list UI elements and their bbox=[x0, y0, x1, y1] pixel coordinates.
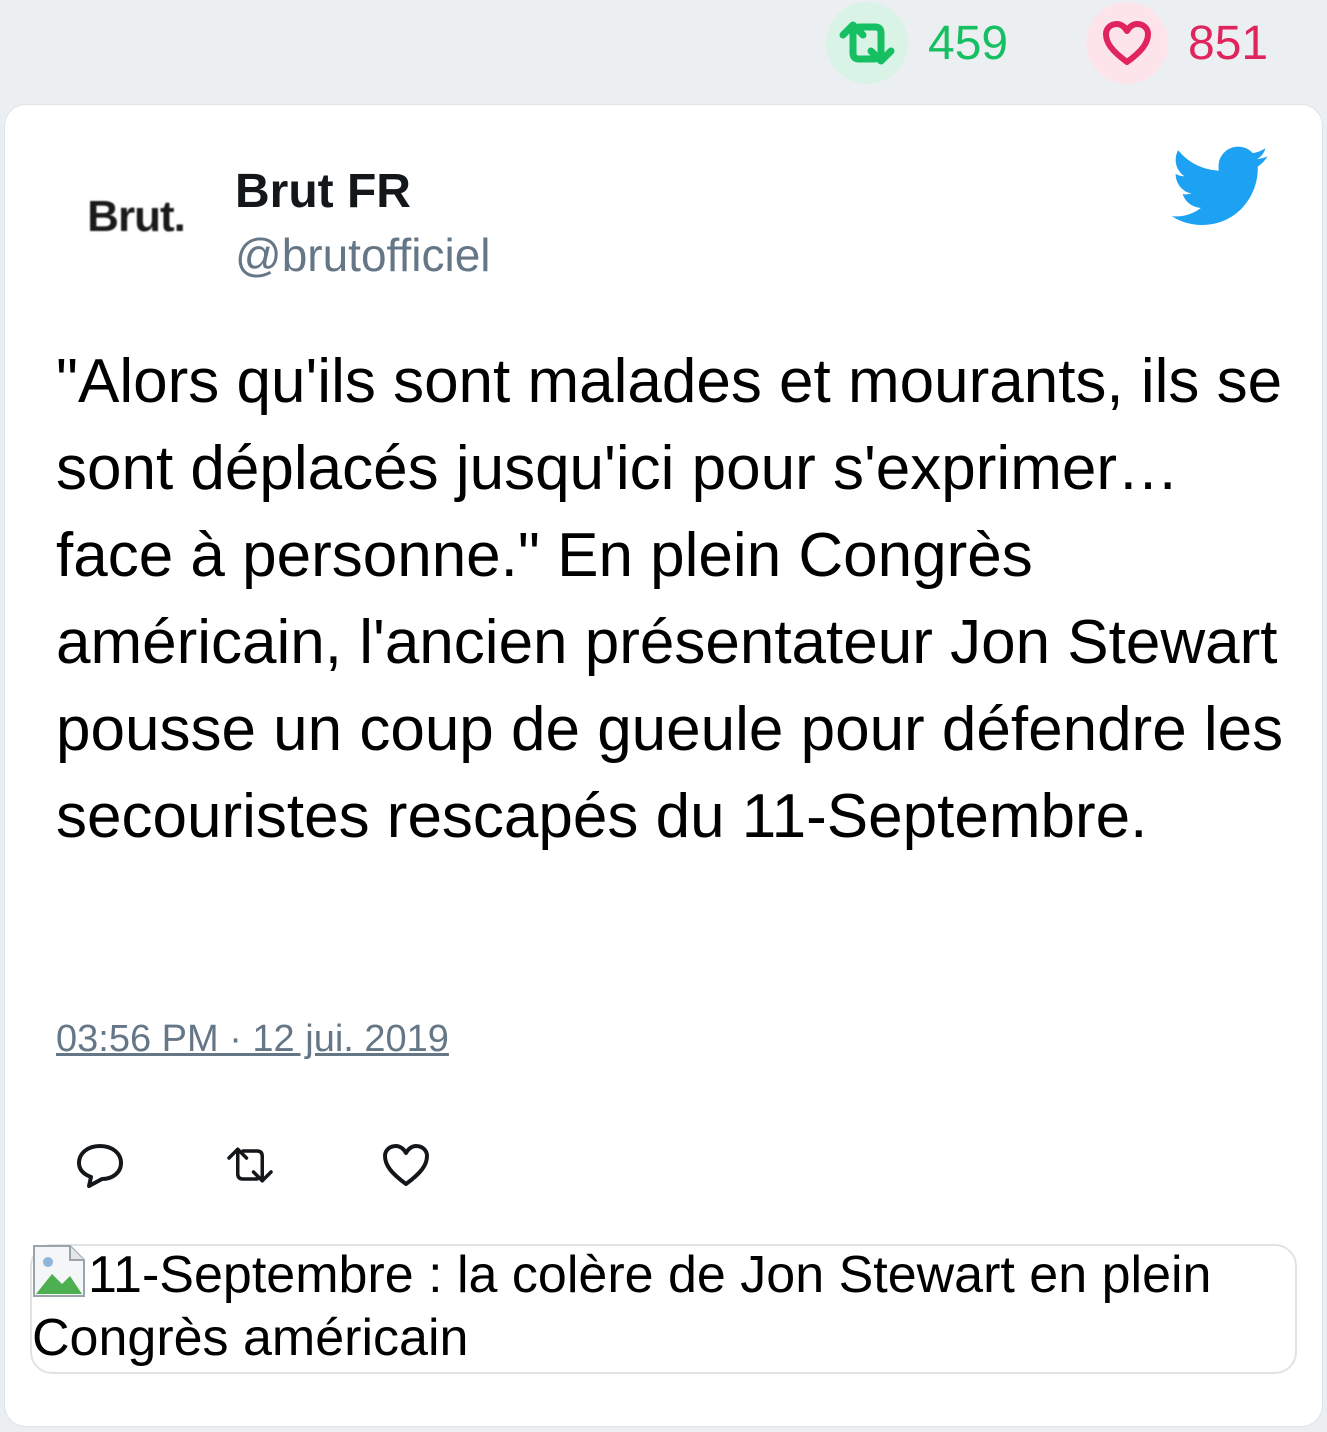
avatar[interactable]: Brut. bbox=[76, 162, 196, 272]
retweet-stat[interactable]: 459 bbox=[826, 0, 1008, 86]
stats-bar: 459 851 bbox=[0, 0, 1327, 90]
twitter-bird-icon[interactable] bbox=[1172, 146, 1270, 228]
heart-icon[interactable] bbox=[1086, 2, 1168, 84]
author-handle[interactable]: @brutofficiel bbox=[235, 228, 491, 282]
like-stat[interactable]: 851 bbox=[1086, 0, 1268, 86]
broken-image-icon bbox=[33, 1245, 85, 1297]
tweet-actions bbox=[0, 1130, 700, 1200]
link-preview-text[interactable]: 11-Septembre : la colère de Jon Stewart … bbox=[32, 1244, 1272, 1370]
reply-icon[interactable] bbox=[72, 1130, 128, 1200]
like-icon[interactable] bbox=[378, 1130, 434, 1200]
retweet-icon[interactable] bbox=[826, 2, 908, 84]
tweet-text: "Alors qu'ils sont malades et mourants, … bbox=[56, 347, 1284, 851]
like-count: 851 bbox=[1188, 16, 1269, 70]
retweet-count: 459 bbox=[928, 16, 1009, 70]
tweet-timestamp[interactable]: 03:56 PM · 12 jui. 2019 bbox=[56, 1018, 449, 1061]
retweet-action-icon[interactable] bbox=[222, 1130, 278, 1200]
link-preview-title: 11-Septembre : la colère de Jon Stewart … bbox=[32, 1246, 1212, 1367]
avatar-logo-text: Brut. bbox=[87, 192, 186, 241]
author-name[interactable]: Brut FR bbox=[235, 164, 411, 219]
